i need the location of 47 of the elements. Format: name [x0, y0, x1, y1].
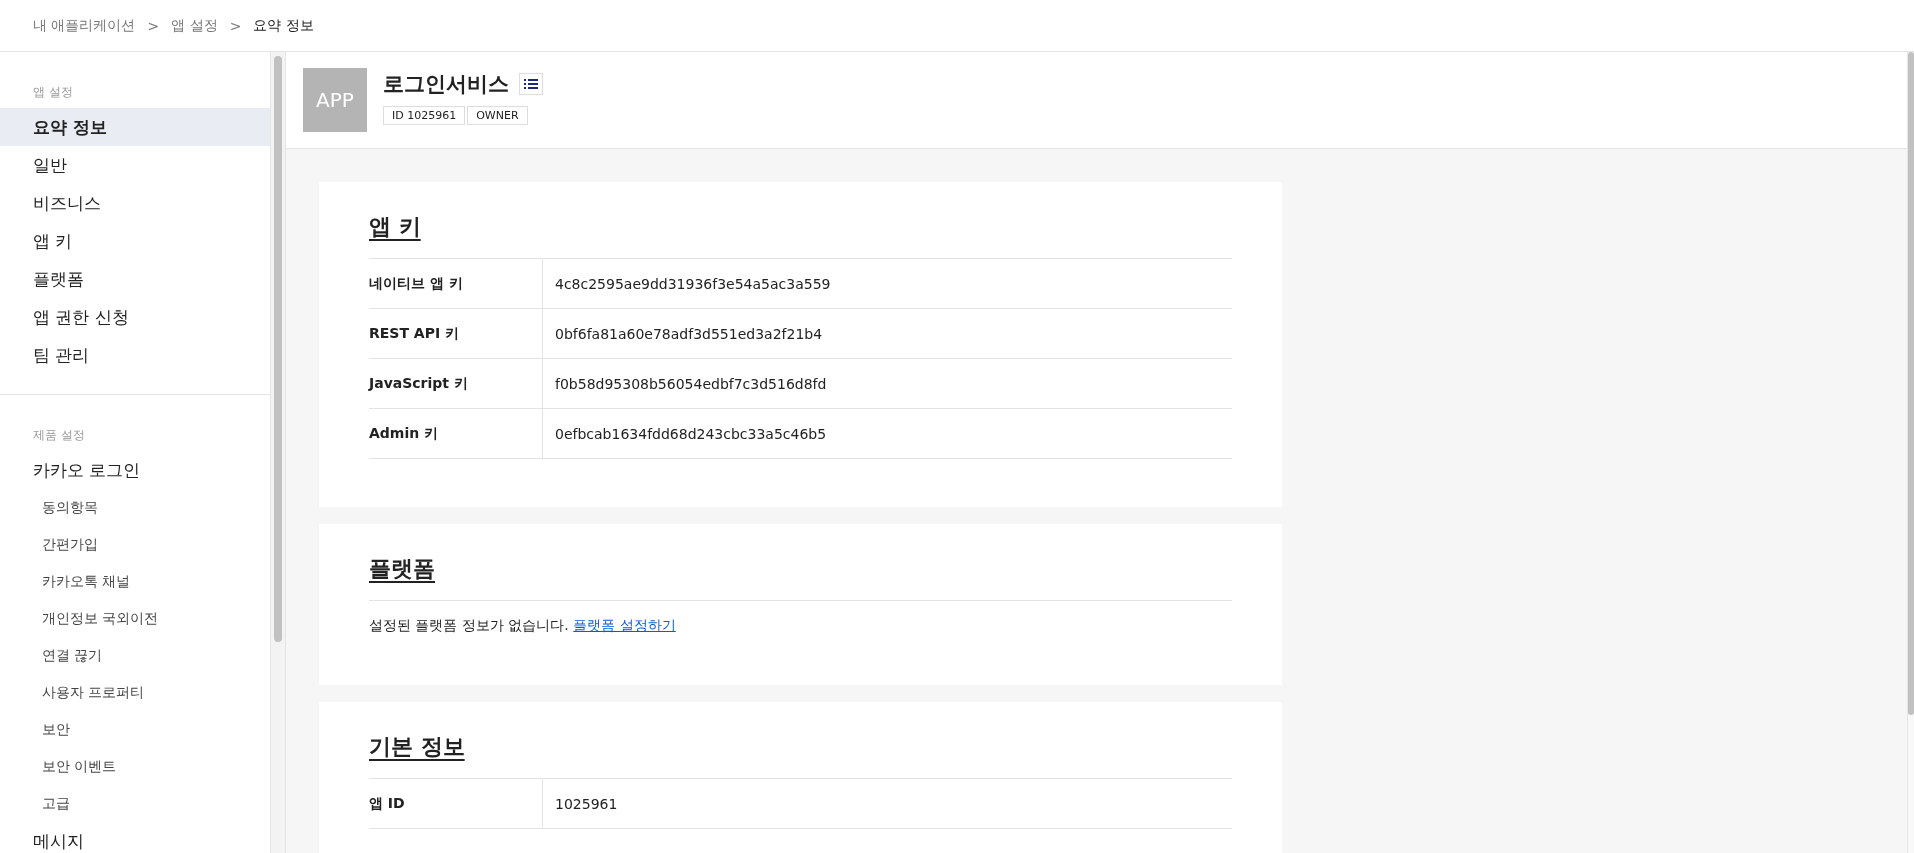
- sidebar-item[interactable]: 일반: [0, 146, 270, 184]
- table-cell-text: 0bf6fa81a60e78adf3d551ed3a2f21b4: [554, 324, 823, 344]
- sidebar-subitem[interactable]: 동의항목: [0, 489, 270, 526]
- sidebar-subitem[interactable]: 보안: [0, 711, 270, 748]
- sidebar-item[interactable]: 앱 키: [0, 222, 270, 260]
- sidebar-subitem[interactable]: 연결 끊기: [0, 637, 270, 674]
- sidebar-subitem[interactable]: 보안 이벤트: [0, 748, 270, 785]
- section-title: 앱 키: [369, 213, 421, 241]
- table-cell: Admin 키: [369, 409, 543, 458]
- table-cell-text: f0b58d95308b56054edbf7c3d516d8fd: [554, 374, 827, 394]
- sidebar-subitem[interactable]: 간편가입: [0, 526, 270, 563]
- tag: OWNER: [467, 106, 528, 125]
- table-cell: 앱 ID: [369, 779, 543, 828]
- table-cell: REST API 키: [369, 309, 543, 358]
- sidebar-item[interactable]: 팀 관리: [0, 336, 270, 374]
- section-title: 기본 정보: [369, 733, 465, 761]
- breadcrumb-link[interactable]: 내 애플리케이션: [33, 16, 136, 35]
- app-name: 로그인서비스: [383, 71, 509, 98]
- sidebar-subitem[interactable]: 고급: [0, 785, 270, 822]
- sidebar-item[interactable]: 메시지: [0, 822, 270, 853]
- breadcrumb-link[interactable]: 요약 정보: [253, 16, 314, 35]
- app-icon: APP: [303, 68, 367, 132]
- sidebar-item[interactable]: 비즈니스: [0, 184, 270, 222]
- breadcrumb-link[interactable]: 앱 설정: [171, 16, 218, 35]
- sidebar-subitem[interactable]: 개인정보 국외이전: [0, 600, 270, 637]
- section-label: 제품 설정: [32, 427, 86, 444]
- breadcrumb-separator: >: [228, 17, 243, 34]
- section-title: 플랫폼: [369, 555, 435, 583]
- sidebar-subitem[interactable]: 카카오톡 채널: [0, 563, 270, 600]
- sidebar-item[interactable]: 앱 권한 신청: [0, 298, 270, 336]
- tag: ID 1025961: [383, 106, 466, 125]
- empty-message: 설정된 플랫폼 정보가 없습니다.: [369, 617, 569, 633]
- platform-link[interactable]: 플랫폼 설정하기: [573, 617, 676, 633]
- sidebar-item[interactable]: 카카오 로그인: [0, 451, 270, 489]
- sidebar-item[interactable]: 플랫폼: [0, 260, 270, 298]
- table-cell: JavaScript 키: [369, 359, 543, 408]
- list-icon[interactable]: [519, 73, 543, 95]
- table-cell-text: 4c8c2595ae9dd31936f3e54a5ac3a559: [554, 274, 831, 294]
- breadcrumb-separator: >: [146, 17, 161, 34]
- scrollbar[interactable]: [271, 52, 286, 853]
- table-cell: 네이티브 앱 키: [369, 259, 543, 308]
- scrollbar[interactable]: [1907, 52, 1914, 853]
- table-cell-text: 0efbcab1634fdd68d243cbc33a5c46b5: [554, 424, 827, 444]
- sidebar-item[interactable]: 요약 정보: [0, 108, 270, 146]
- sidebar-subitem[interactable]: 사용자 프로퍼티: [0, 674, 270, 711]
- section-label: 앱 설정: [32, 84, 74, 101]
- table-cell-text: 1025961: [554, 794, 618, 814]
